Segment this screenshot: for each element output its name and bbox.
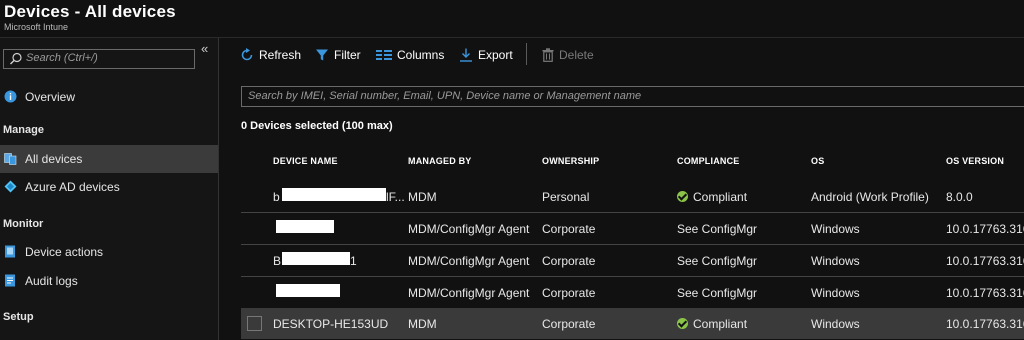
compliance-label: Compliant (693, 317, 748, 331)
section-manage: Manage (3, 124, 44, 136)
columns-button[interactable]: Columns (376, 46, 444, 64)
main-content: Refresh Filter Columns Export Delete Sea… (219, 38, 1024, 340)
command-bar: Refresh Filter Columns Export Delete (219, 38, 1024, 70)
column-header-compliance[interactable]: COMPLIANCE (677, 156, 740, 166)
trash-icon (542, 48, 554, 62)
table-header: DEVICE NAME MANAGED BY OWNERSHIP COMPLIA… (241, 148, 1024, 176)
device-name[interactable]: b (273, 190, 280, 204)
os: Windows (811, 286, 860, 300)
columns-icon (376, 50, 392, 60)
table-row[interactable]: B 1 MDM/ConfigMgr Agent Corporate See Co… (241, 245, 1024, 277)
redaction-mark (282, 188, 386, 201)
page-title: Devices - All devices (4, 2, 176, 21)
sidebar: « Overview Manage All devices Azure AD d… (0, 38, 219, 340)
compliance: Compliant (677, 317, 747, 331)
os-version: 10.0.17763.316 (946, 286, 1024, 300)
ownership: Corporate (542, 317, 596, 331)
os: Android (Work Profile) (811, 190, 929, 204)
sidebar-item-azure-ad-devices[interactable]: Azure AD devices (0, 173, 218, 201)
sidebar-item-all-devices[interactable]: All devices (0, 145, 218, 173)
sidebar-search-input[interactable] (26, 51, 186, 65)
ownership: Corporate (542, 286, 596, 300)
sidebar-item-label: Audit logs (25, 274, 78, 288)
columns-label: Columns (397, 48, 445, 62)
managed-by: MDM (408, 190, 437, 204)
redaction-mark (276, 284, 340, 297)
table-row[interactable]: b lF... MDM Personal Compliant Android (… (241, 181, 1024, 213)
compliance: See ConfigMgr (677, 222, 758, 236)
device-name-suffix: 1 (350, 254, 357, 268)
column-header-ownership[interactable]: OWNERSHIP (542, 156, 599, 166)
selection-count: 0 Devices selected (100 max) (241, 120, 393, 132)
ownership: Corporate (542, 254, 596, 268)
filter-icon (316, 49, 328, 61)
device-name[interactable]: B (273, 254, 281, 268)
sidebar-search[interactable] (3, 49, 195, 69)
refresh-label: Refresh (259, 48, 302, 62)
device-search-input[interactable] (248, 89, 1008, 103)
filter-button[interactable]: Filter (315, 46, 361, 64)
table-row[interactable]: DESKTOP-HE153UD MDM Corporate Compliant … (241, 308, 1024, 339)
device-actions-icon (5, 245, 15, 258)
os-version: 10.0.17763.316 (946, 317, 1024, 331)
section-monitor: Monitor (3, 218, 44, 230)
managed-by: MDM/ConfigMgr Agent (408, 254, 530, 268)
managed-by: MDM (408, 317, 437, 331)
sidebar-item-overview[interactable]: Overview (0, 83, 218, 111)
toolbar-divider (526, 43, 527, 65)
compliance: Compliant (677, 190, 747, 204)
device-name-suffix: lF... (386, 190, 405, 204)
os: Windows (811, 317, 860, 331)
table-row[interactable]: MDM/ConfigMgr Agent Corporate See Config… (241, 277, 1024, 309)
os-version: 10.0.17763.316 (946, 254, 1024, 268)
ownership: Corporate (542, 222, 596, 236)
device-search[interactable] (241, 86, 1024, 107)
os: Windows (811, 254, 860, 268)
blade-header: Devices - All devices Microsoft Intune (0, 0, 1024, 38)
table-row[interactable]: MDM/ConfigMgr Agent Corporate See Config… (241, 213, 1024, 245)
os-version: 8.0.0 (946, 190, 973, 204)
sidebar-item-label: Device actions (25, 245, 104, 259)
ownership: Personal (542, 190, 590, 204)
redaction-mark (282, 252, 350, 265)
os: Windows (811, 222, 860, 236)
search-icon (10, 52, 22, 65)
azure-ad-icon (4, 180, 17, 193)
audit-logs-icon (5, 274, 15, 287)
export-button[interactable]: Export (459, 46, 513, 64)
refresh-button[interactable]: Refresh (240, 46, 301, 64)
managed-by: MDM/ConfigMgr Agent (408, 222, 530, 236)
sidebar-item-label: Azure AD devices (25, 180, 120, 194)
row-checkbox[interactable] (247, 316, 262, 331)
redaction-mark (276, 220, 334, 233)
column-header-os-version[interactable]: OS VERSION (946, 156, 1004, 166)
check-circle-icon (677, 318, 688, 329)
column-header-managed-by[interactable]: MANAGED BY (408, 156, 472, 166)
compliance: See ConfigMgr (677, 286, 758, 300)
section-setup: Setup (3, 311, 34, 323)
sidebar-item-audit-logs[interactable]: Audit logs (0, 267, 218, 295)
devices-icon (4, 153, 17, 165)
sidebar-item-label: Overview (25, 90, 76, 104)
managed-by: MDM/ConfigMgr Agent (408, 286, 530, 300)
refresh-icon (241, 48, 253, 61)
page-subtitle: Microsoft Intune (4, 22, 69, 32)
sidebar-item-device-actions[interactable]: Device actions (0, 238, 218, 266)
os-version: 10.0.17763.316 (946, 222, 1024, 236)
info-icon (4, 90, 17, 103)
column-header-device-name[interactable]: DEVICE NAME (273, 156, 338, 166)
check-circle-icon (677, 191, 688, 202)
delete-label: Delete (559, 48, 594, 62)
compliance: See ConfigMgr (677, 254, 758, 268)
chevron-double-left-icon[interactable]: « (201, 42, 215, 56)
delete-button[interactable]: Delete (542, 46, 594, 64)
device-name[interactable]: DESKTOP-HE153UD (273, 317, 388, 331)
download-icon (460, 48, 472, 62)
export-label: Export (478, 48, 513, 62)
column-header-os[interactable]: OS (811, 156, 824, 166)
compliance-label: Compliant (693, 190, 748, 204)
sidebar-item-label: All devices (25, 152, 83, 166)
filter-label: Filter (334, 48, 361, 62)
